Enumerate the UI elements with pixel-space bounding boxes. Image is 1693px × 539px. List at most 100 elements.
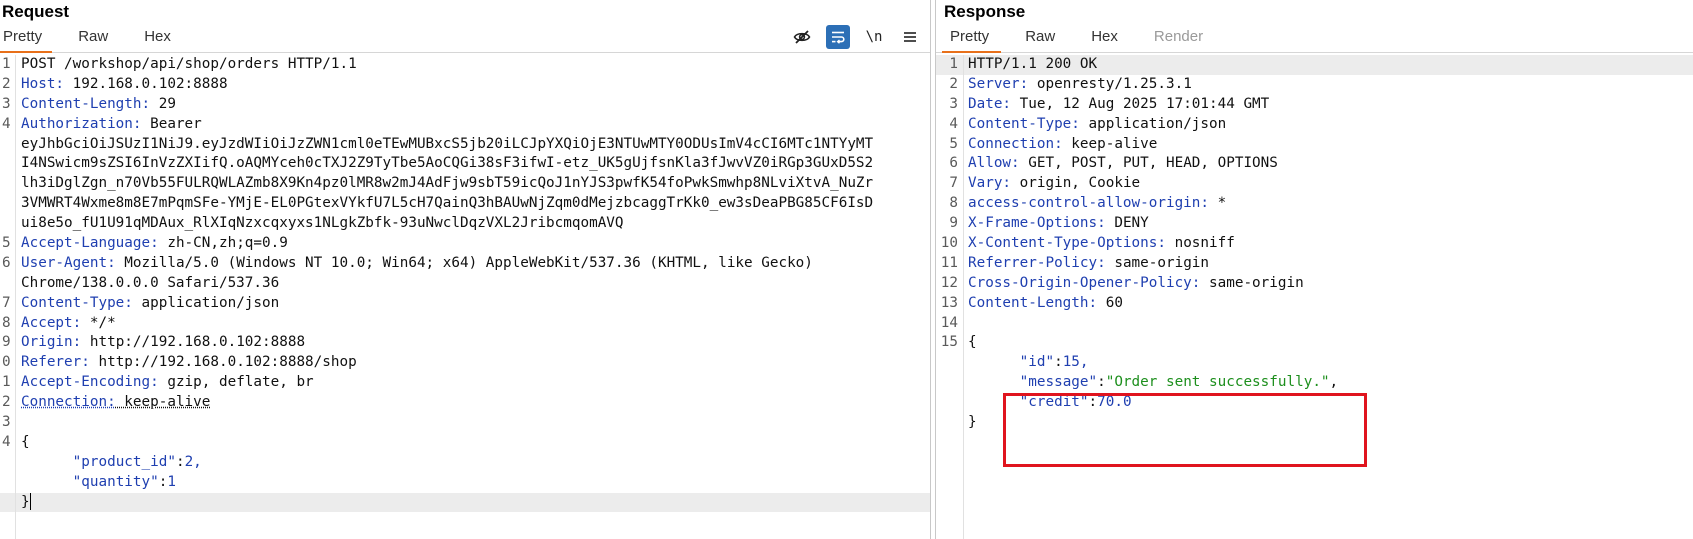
line-content: "credit":70.0 [1019, 394, 1132, 411]
code-line: } [936, 413, 1693, 433]
request-tabs: Pretty Raw Hex \n [0, 22, 930, 53]
burp-repeater: Request Pretty Raw Hex \n 1 POST /worksh… [0, 0, 1693, 539]
line-number: 2 [2, 394, 11, 411]
header-value: GET, POST, PUT, HEAD, OPTIONS [1019, 155, 1278, 172]
newline-toggle-button[interactable]: \n [862, 25, 886, 49]
code-line: 8 access-control-allow-origin: * [936, 194, 1693, 214]
header-value: * [1209, 195, 1227, 212]
line-content: Content-Length: 60 [963, 294, 1123, 314]
header-name: Date: [968, 95, 1012, 112]
gutter-divider [15, 55, 16, 539]
header-value: same-origin [1200, 274, 1304, 291]
line-number: 1 [949, 56, 958, 72]
header-name: Origin: [21, 334, 82, 351]
line-content: } [16, 493, 31, 513]
code-line: 3 Date: Tue, 12 Aug 2025 17:01:44 GMT [936, 95, 1693, 115]
json-value: 15, [1062, 354, 1089, 371]
request-editor[interactable]: 1 POST /workshop/api/shop/orders HTTP/1.1… [0, 55, 930, 539]
header-value: ui8e5o_fU1U91qMDAux_RlXIqNzxcqxyxs1NLgkZ… [21, 215, 624, 232]
line-number: 7 [949, 175, 958, 192]
tab-response-render[interactable]: Render [1136, 27, 1221, 52]
header-value: gzip, deflate, br [158, 374, 314, 391]
tab-response-pretty[interactable]: Pretty [942, 27, 1007, 53]
tab-request-hex[interactable]: Hex [126, 27, 189, 52]
header-name: Authorization: [21, 115, 142, 132]
line-content: Referrer-Policy: same-origin [963, 254, 1209, 274]
line-content: POST /workshop/api/shop/orders HTTP/1.1 [16, 55, 357, 75]
line-content: Vary: origin, Cookie [963, 174, 1140, 194]
json-value: 1 [167, 473, 176, 490]
response-editor[interactable]: 1 HTTP/1.1 200 OK 2 Server: openresty/1.25.… [936, 55, 1693, 539]
json-key: "product_id" [72, 453, 176, 470]
code-line: "product_id":2, [0, 453, 930, 473]
line-number: 15 [940, 334, 958, 351]
header-name: Content-Length: [21, 95, 151, 112]
code-line: 4{ [0, 433, 930, 453]
header-name: Accept-Encoding: [21, 374, 159, 391]
header-name: Connection: [968, 135, 1063, 152]
code-line: 9 X-Frame-Options: DENY [936, 214, 1693, 234]
line-number: 3 [2, 414, 11, 431]
eye-slash-icon[interactable] [790, 25, 814, 49]
code-line: 4 Content-Type: application/json [936, 115, 1693, 135]
code-line: 3 Content-Length: 29 [0, 95, 930, 115]
line-number: 6 [949, 155, 958, 172]
header-name: Vary: [968, 175, 1012, 192]
word-wrap-icon[interactable] [826, 25, 850, 49]
tab-request-pretty[interactable]: Pretty [0, 27, 60, 53]
code-line: 3VMWRT4Wxme8m8E7mPqmSFe-YMjE-EL0PGtexVYk… [0, 194, 930, 214]
line-content: Accept: */* [16, 314, 116, 334]
line-number: 8 [949, 195, 958, 212]
gutter-divider [963, 55, 964, 539]
line-content: Allow: GET, POST, PUT, HEAD, OPTIONS [963, 154, 1278, 174]
code-line: I4NSwicm9sZSI6InVzZXIifQ.oAQMYceh0cTXJ2Z… [0, 154, 930, 174]
code-line: eyJhbGciOiJSUzI1NiJ9.eyJzdWIiOiJzZWN1cml… [0, 135, 930, 155]
line-number: 9 [2, 334, 11, 351]
header-name: Referer: [21, 354, 90, 371]
hamburger-menu-icon[interactable] [898, 25, 922, 49]
newline-label: \n [865, 29, 883, 45]
json-value: 2, [184, 453, 202, 470]
line-number: 4 [949, 115, 958, 132]
line-content: "message":"Order sent successfully.", [1019, 374, 1339, 391]
header-value: eyJhbGciOiJSUzI1NiJ9.eyJzdWIiOiJzZWN1cml… [21, 135, 874, 152]
header-name: Content-Type: [21, 294, 133, 311]
code-line: 12 Cross-Origin-Opener-Policy: same-origi… [936, 274, 1693, 294]
header-value: Chrome/138.0.0.0 Safari/537.36 [21, 274, 280, 291]
tab-request-raw[interactable]: Raw [60, 27, 126, 52]
line-number: 3 [2, 95, 11, 112]
json-key: "message" [1019, 374, 1098, 391]
json-value: 70.0 [1097, 394, 1132, 411]
header-name: User-Agent: [21, 254, 116, 271]
header-value: Mozilla/5.0 (Windows NT 10.0; Win64; x64… [115, 254, 813, 271]
header-value: keep-alive [1062, 135, 1158, 152]
line-number: 1 [2, 374, 11, 391]
line-number: 11 [940, 254, 958, 271]
line-content: Chrome/138.0.0.0 Safari/537.36 [16, 274, 279, 294]
header-value: 60 [1097, 294, 1123, 311]
line-content: Content-Type: application/json [963, 115, 1226, 135]
line-content: X-Content-Type-Options: nosniff [963, 234, 1235, 254]
header-name: Connection: [21, 394, 116, 411]
line-number: 2 [949, 75, 958, 92]
tab-response-raw[interactable]: Raw [1007, 27, 1073, 52]
header-value: 3VMWRT4Wxme8m8E7mPqmSFe-YMjE-EL0PGtexVYk… [21, 195, 874, 212]
line-number: 13 [940, 294, 958, 311]
line-content: Cross-Origin-Opener-Policy: same-origin [963, 274, 1304, 294]
text-cursor [29, 493, 31, 511]
line-number [0, 493, 16, 513]
response-pane: Response Pretty Raw Hex Render 1 HTTP/1.1… [935, 0, 1693, 539]
code-line: 8 Accept: */* [0, 314, 930, 334]
json-value: "Order sent successfully." [1105, 374, 1330, 391]
line-number: 2 [2, 75, 11, 92]
line-content: Accept-Encoding: gzip, deflate, br [16, 373, 314, 393]
header-value: } [21, 493, 30, 510]
header-name: Referrer-Policy: [968, 254, 1106, 271]
json-comma: , [1329, 374, 1339, 391]
line-number: 6 [2, 254, 11, 271]
header-value: { [968, 334, 977, 351]
tab-response-hex[interactable]: Hex [1073, 27, 1136, 52]
line-number: 7 [2, 294, 11, 311]
line-content: Connection: keep-alive [16, 393, 210, 413]
header-value: 29 [150, 95, 176, 112]
